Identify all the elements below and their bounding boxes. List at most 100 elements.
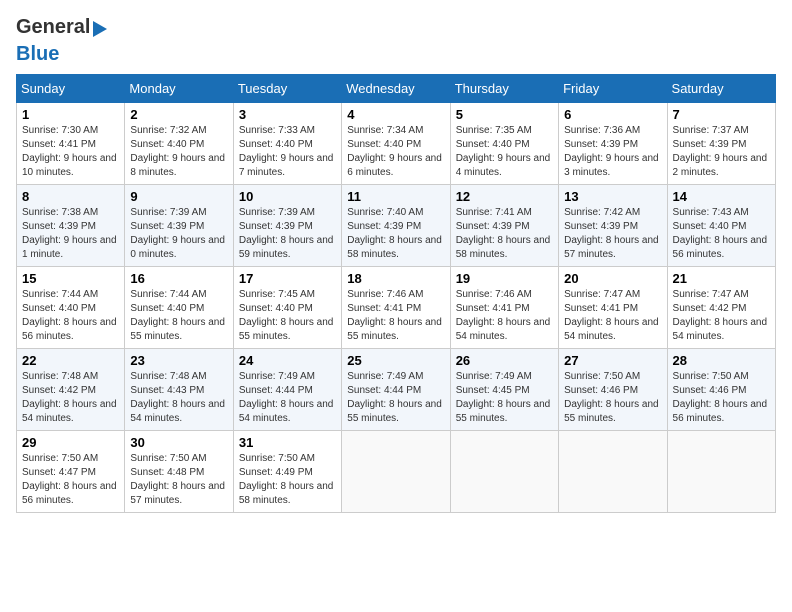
calendar-cell: 8 Sunrise: 7:38 AM Sunset: 4:39 PM Daylig… xyxy=(17,185,125,267)
day-number: 11 xyxy=(347,189,444,204)
day-number: 30 xyxy=(130,435,227,450)
day-number: 27 xyxy=(564,353,661,368)
calendar-cell: 2Sunrise: 7:32 AM Sunset: 4:40 PM Daylig… xyxy=(125,103,233,185)
day-info: Sunrise: 7:50 AM Sunset: 4:47 PM Dayligh… xyxy=(22,452,119,508)
day-info: Sunrise: 7:48 AM Sunset: 4:42 PM Dayligh… xyxy=(22,370,119,426)
calendar-cell: 3 Sunrise: 7:33 AM Sunset: 4:40 PM Daylig… xyxy=(233,103,341,185)
calendar-cell: 1Sunrise: 7:30 AM Sunset: 4:41 PM Daylig… xyxy=(17,103,125,185)
day-number: 14 xyxy=(673,189,770,204)
day-number: 25 xyxy=(347,353,444,368)
calendar-cell: 5Sunrise: 7:35 AM Sunset: 4:40 PM Daylig… xyxy=(450,103,558,185)
day-number: 21 xyxy=(673,271,770,286)
day-number: 15 xyxy=(22,271,119,286)
calendar-week-3: 15 Sunrise: 7:44 AM Sunset: 4:40 PM Dayli… xyxy=(17,267,776,349)
day-info: Sunrise: 7:50 AM Sunset: 4:46 PM Dayligh… xyxy=(564,370,661,426)
calendar-cell: 19Sunrise: 7:46 AM Sunset: 4:41 PM Dayli… xyxy=(450,267,558,349)
day-info: Sunrise: 7:43 AM Sunset: 4:40 PM Dayligh… xyxy=(673,206,770,262)
day-number: 8 xyxy=(22,189,119,204)
calendar-cell: 25 Sunrise: 7:49 AM Sunset: 4:44 PM Dayli… xyxy=(342,349,450,431)
day-number: 24 xyxy=(239,353,336,368)
day-number: 19 xyxy=(456,271,553,286)
day-number: 22 xyxy=(22,353,119,368)
calendar-cell: 7 Sunrise: 7:37 AM Sunset: 4:39 PM Daylig… xyxy=(667,103,775,185)
day-number: 5 xyxy=(456,107,553,122)
day-info: Sunrise: 7:41 AM Sunset: 4:39 PM Dayligh… xyxy=(456,206,553,262)
day-info: Sunrise: 7:50 AM Sunset: 4:46 PM Dayligh… xyxy=(673,370,770,426)
calendar-cell: 21 Sunrise: 7:47 AM Sunset: 4:42 PM Dayli… xyxy=(667,267,775,349)
calendar-cell: 12 Sunrise: 7:41 AM Sunset: 4:39 PM Dayli… xyxy=(450,185,558,267)
calendar-cell: 24 Sunrise: 7:49 AM Sunset: 4:44 PM Dayli… xyxy=(233,349,341,431)
day-info: Sunrise: 7:50 AM Sunset: 4:49 PM Dayligh… xyxy=(239,452,336,508)
day-info: Sunrise: 7:33 AM Sunset: 4:40 PM Dayligh… xyxy=(239,124,336,180)
day-info: Sunrise: 7:37 AM Sunset: 4:39 PM Dayligh… xyxy=(673,124,770,180)
calendar-week-2: 8 Sunrise: 7:38 AM Sunset: 4:39 PM Daylig… xyxy=(17,185,776,267)
calendar-cell: 4Sunrise: 7:34 AM Sunset: 4:40 PM Daylig… xyxy=(342,103,450,185)
calendar-cell: 16 Sunrise: 7:44 AM Sunset: 4:40 PM Dayli… xyxy=(125,267,233,349)
day-info: Sunrise: 7:44 AM Sunset: 4:40 PM Dayligh… xyxy=(130,288,227,344)
day-number: 2 xyxy=(130,107,227,122)
day-number: 16 xyxy=(130,271,227,286)
calendar-cell: 9Sunrise: 7:39 AM Sunset: 4:39 PM Daylig… xyxy=(125,185,233,267)
calendar-cell: 18 Sunrise: 7:46 AM Sunset: 4:41 PM Dayli… xyxy=(342,267,450,349)
calendar-cell: 28Sunrise: 7:50 AM Sunset: 4:46 PM Dayli… xyxy=(667,349,775,431)
logo-blue-label: Blue xyxy=(16,43,59,65)
calendar-week-5: 29 Sunrise: 7:50 AM Sunset: 4:47 PM Dayli… xyxy=(17,431,776,513)
calendar-cell: 26 Sunrise: 7:49 AM Sunset: 4:45 PM Dayli… xyxy=(450,349,558,431)
weekday-header-saturday: Saturday xyxy=(667,75,775,103)
calendar-cell: 31 Sunrise: 7:50 AM Sunset: 4:49 PM Dayli… xyxy=(233,431,341,513)
calendar-cell xyxy=(450,431,558,513)
calendar-cell xyxy=(559,431,667,513)
day-number: 31 xyxy=(239,435,336,450)
calendar-cell: 11Sunrise: 7:40 AM Sunset: 4:39 PM Dayli… xyxy=(342,185,450,267)
day-info: Sunrise: 7:38 AM Sunset: 4:39 PM Dayligh… xyxy=(22,206,119,262)
day-info: Sunrise: 7:47 AM Sunset: 4:42 PM Dayligh… xyxy=(673,288,770,344)
page-header: General Blue xyxy=(16,16,776,66)
day-number: 12 xyxy=(456,189,553,204)
day-number: 7 xyxy=(673,107,770,122)
day-number: 23 xyxy=(130,353,227,368)
day-info: Sunrise: 7:46 AM Sunset: 4:41 PM Dayligh… xyxy=(347,288,444,344)
calendar-cell xyxy=(342,431,450,513)
day-info: Sunrise: 7:47 AM Sunset: 4:41 PM Dayligh… xyxy=(564,288,661,344)
weekday-header-wednesday: Wednesday xyxy=(342,75,450,103)
calendar-cell: 14 Sunrise: 7:43 AM Sunset: 4:40 PM Dayli… xyxy=(667,185,775,267)
day-number: 17 xyxy=(239,271,336,286)
day-number: 20 xyxy=(564,271,661,286)
calendar-table: SundayMondayTuesdayWednesdayThursdayFrid… xyxy=(16,74,776,513)
weekday-header-monday: Monday xyxy=(125,75,233,103)
calendar-cell: 10 Sunrise: 7:39 AM Sunset: 4:39 PM Dayli… xyxy=(233,185,341,267)
day-number: 13 xyxy=(564,189,661,204)
logo-blue-text: Blue xyxy=(16,43,59,66)
calendar-cell: 13Sunrise: 7:42 AM Sunset: 4:39 PM Dayli… xyxy=(559,185,667,267)
day-info: Sunrise: 7:36 AM Sunset: 4:39 PM Dayligh… xyxy=(564,124,661,180)
calendar-week-1: 1Sunrise: 7:30 AM Sunset: 4:41 PM Daylig… xyxy=(17,103,776,185)
day-number: 29 xyxy=(22,435,119,450)
day-info: Sunrise: 7:48 AM Sunset: 4:43 PM Dayligh… xyxy=(130,370,227,426)
calendar-cell: 27 Sunrise: 7:50 AM Sunset: 4:46 PM Dayli… xyxy=(559,349,667,431)
day-number: 10 xyxy=(239,189,336,204)
day-info: Sunrise: 7:50 AM Sunset: 4:48 PM Dayligh… xyxy=(130,452,227,508)
day-number: 3 xyxy=(239,107,336,122)
calendar-body: 1Sunrise: 7:30 AM Sunset: 4:41 PM Daylig… xyxy=(17,103,776,513)
day-info: Sunrise: 7:49 AM Sunset: 4:45 PM Dayligh… xyxy=(456,370,553,426)
calendar-week-4: 22 Sunrise: 7:48 AM Sunset: 4:42 PM Dayli… xyxy=(17,349,776,431)
calendar-cell: 23 Sunrise: 7:48 AM Sunset: 4:43 PM Dayli… xyxy=(125,349,233,431)
calendar-cell xyxy=(667,431,775,513)
day-info: Sunrise: 7:49 AM Sunset: 4:44 PM Dayligh… xyxy=(347,370,444,426)
day-number: 1 xyxy=(22,107,119,122)
day-info: Sunrise: 7:45 AM Sunset: 4:40 PM Dayligh… xyxy=(239,288,336,344)
calendar-cell: 20 Sunrise: 7:47 AM Sunset: 4:41 PM Dayli… xyxy=(559,267,667,349)
logo-text: General xyxy=(16,16,107,39)
day-info: Sunrise: 7:39 AM Sunset: 4:39 PM Dayligh… xyxy=(239,206,336,262)
calendar-cell: 29 Sunrise: 7:50 AM Sunset: 4:47 PM Dayli… xyxy=(17,431,125,513)
day-number: 26 xyxy=(456,353,553,368)
day-number: 6 xyxy=(564,107,661,122)
calendar-cell: 22 Sunrise: 7:48 AM Sunset: 4:42 PM Dayli… xyxy=(17,349,125,431)
day-info: Sunrise: 7:34 AM Sunset: 4:40 PM Dayligh… xyxy=(347,124,444,180)
logo: General Blue xyxy=(16,16,107,66)
weekday-header-row: SundayMondayTuesdayWednesdayThursdayFrid… xyxy=(17,75,776,103)
weekday-header-thursday: Thursday xyxy=(450,75,558,103)
day-info: Sunrise: 7:49 AM Sunset: 4:44 PM Dayligh… xyxy=(239,370,336,426)
logo-general: General xyxy=(16,16,90,39)
day-number: 18 xyxy=(347,271,444,286)
